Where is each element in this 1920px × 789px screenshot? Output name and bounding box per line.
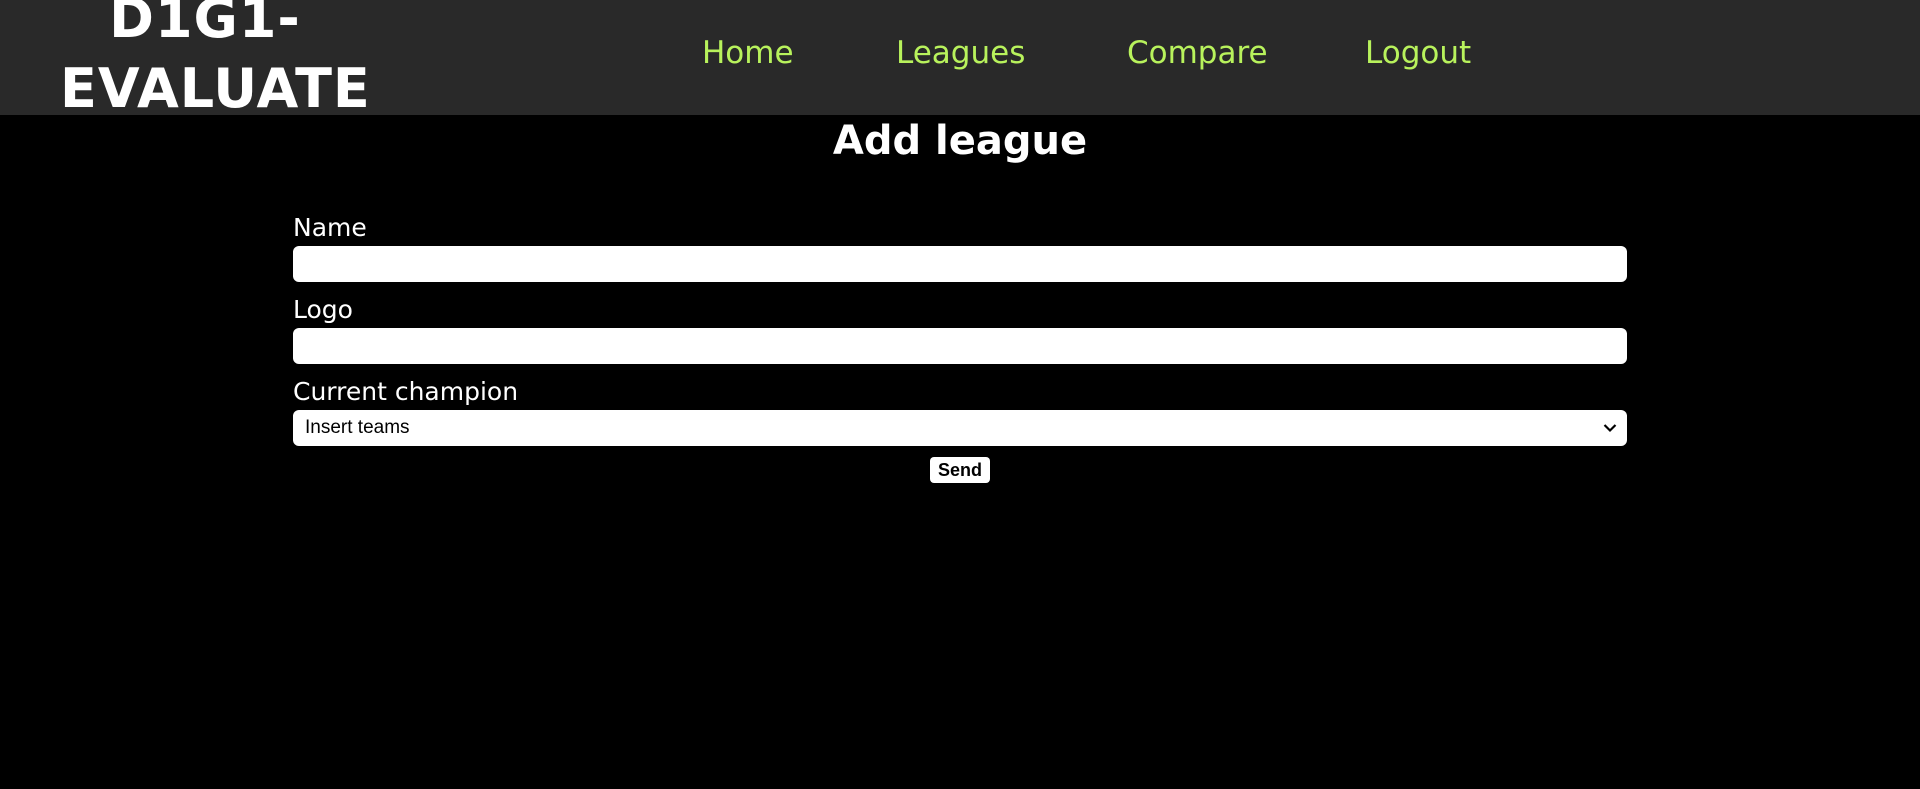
nav-link-leagues[interactable]: Leagues (896, 33, 1025, 73)
name-input[interactable] (293, 246, 1627, 282)
nav-link-logout[interactable]: Logout (1365, 33, 1471, 73)
current-champion-label: Current champion (293, 377, 519, 406)
page-title: Add league (832, 118, 1088, 164)
logo-input[interactable] (293, 328, 1627, 364)
current-champion-selected-value: Insert teams (305, 417, 410, 438)
logo-label: Logo (293, 295, 353, 324)
nav-link-compare[interactable]: Compare (1127, 33, 1268, 73)
chevron-down-icon (1603, 410, 1617, 446)
name-label: Name (293, 213, 367, 242)
current-champion-select[interactable]: Insert teams (293, 410, 1627, 446)
top-navbar: D1G1- EVALUATE Home Leagues Compare Logo… (0, 0, 1920, 115)
nav-link-home[interactable]: Home (702, 33, 794, 73)
send-button[interactable]: Send (929, 457, 990, 483)
send-button-row: Send (293, 457, 1627, 483)
main-nav: Home Leagues Compare Logout (0, 0, 1920, 115)
add-league-form: Name Logo Current champion Insert teams … (293, 210, 1627, 483)
